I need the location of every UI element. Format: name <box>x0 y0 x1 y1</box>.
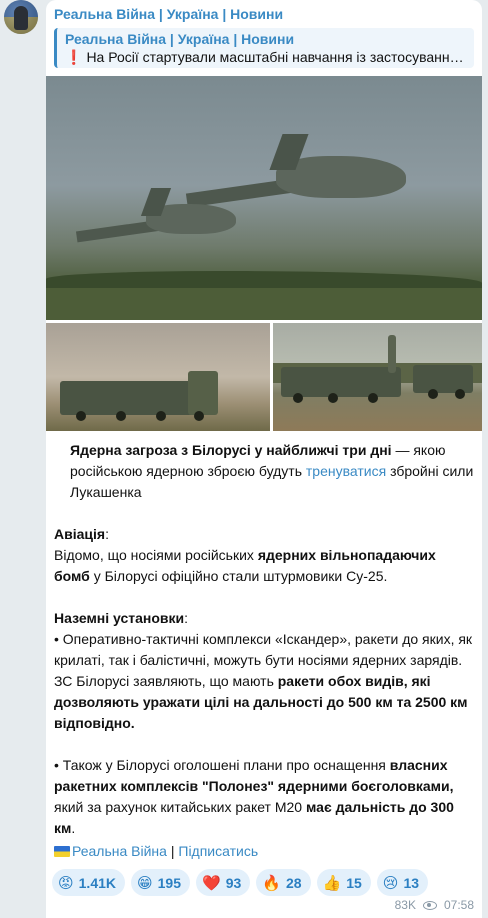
bullet2-text: • Також у Білорусі оголошені плани про о… <box>54 757 390 773</box>
photo-jets[interactable] <box>46 76 482 320</box>
truck-wheel <box>116 411 126 421</box>
reply-title: Реальна Війна | Україна | Новини <box>65 31 295 47</box>
launcher-wheel <box>293 393 303 403</box>
reaction-count: 28 <box>285 874 302 891</box>
truck-wheel <box>194 411 204 421</box>
truck-cab <box>188 371 218 415</box>
reaction-crying[interactable]: 😢 13 <box>376 869 429 896</box>
crying-face-icon: 😢 <box>382 873 399 892</box>
ukraine-flag-icon <box>54 846 70 857</box>
message-time: 07:58 <box>443 898 474 912</box>
photo-iskander-dust[interactable] <box>46 323 270 431</box>
launcher-wheel <box>328 393 338 403</box>
reaction-thumbs-up[interactable]: 👍 15 <box>316 869 371 896</box>
reaction-grin[interactable]: 😁 195 <box>131 869 190 896</box>
aviation-heading-line: Авіація: <box>54 524 474 545</box>
lead-link[interactable]: тренуватися <box>306 463 386 479</box>
aviation-paragraph: Відомо, що носіями російських ядерних ві… <box>54 545 474 587</box>
view-count: 83K <box>394 898 416 912</box>
bullet-iskander: • Оперативно-тактичні комплекси «Ісканде… <box>54 629 474 734</box>
reaction-heart[interactable]: ❤️ 93 <box>196 869 251 896</box>
reply-text: ❗ На Росії стартували масштабні навчання … <box>65 48 466 66</box>
channel-name[interactable]: Реальна Війна | Україна | Новини <box>54 6 283 22</box>
launcher-wheel <box>428 389 438 399</box>
aviation-heading: Авіація <box>54 526 106 542</box>
reaction-count: 1.41K <box>78 874 116 891</box>
ground-colon: : <box>184 610 189 626</box>
post-text: Ядерна загроза з Білорусі у найближчі тр… <box>54 440 474 839</box>
launcher-missile <box>388 335 396 373</box>
reply-quote[interactable]: Реальна Війна | Україна | Новини ❗ На Рос… <box>54 28 474 68</box>
footer-separator: | <box>166 843 179 859</box>
reply-snippet: На Росії стартували масштабні навчання і… <box>86 49 466 65</box>
launcher-2 <box>413 365 473 393</box>
reaction-fire[interactable]: 🔥 28 <box>256 869 311 896</box>
bullet-polonez: • Також у Білорусі оголошені плани про о… <box>54 755 474 839</box>
avatar-figure <box>14 6 28 30</box>
aviation-colon: : <box>105 526 109 542</box>
angry-face-icon: 😡 <box>58 873 74 892</box>
ground-heading: Наземні установки <box>54 610 185 626</box>
thumbs-up-icon: 👍 <box>322 873 342 892</box>
post-lead: Ядерна загроза з Білорусі у найближчі тр… <box>54 440 474 503</box>
heart-icon: ❤️ <box>202 873 221 892</box>
fire-icon: 🔥 <box>262 873 281 892</box>
aviation-text: Відомо, що носіями російських <box>54 547 258 563</box>
eye-icon <box>422 900 437 910</box>
aviation-text-end: у Білорусі офіційно стали штурмовики Су-… <box>89 568 388 584</box>
footer-channel-link[interactable]: Реальна Війна <box>72 843 167 859</box>
launcher-wheel <box>368 393 378 403</box>
launcher-wheel <box>455 389 465 399</box>
ground-heading-line: Наземні установки: <box>54 608 474 629</box>
photo-ground <box>46 288 482 320</box>
channel-avatar[interactable] <box>4 0 38 34</box>
reaction-count: 15 <box>346 874 362 891</box>
reaction-count: 195 <box>157 874 181 891</box>
message-bubble: Реальна Війна | Україна | Новини Реальна… <box>46 0 482 918</box>
truck-wheel <box>76 411 86 421</box>
message-meta: 83K 07:58 <box>395 898 474 912</box>
exclamation-icon: ❗ <box>65 49 83 65</box>
lead-bold: Ядерна загроза з Білорусі у найближчі тр… <box>70 442 392 458</box>
reaction-angry[interactable]: 😡 1.41K <box>52 869 125 896</box>
truck-wheel <box>156 411 166 421</box>
footer-subscribe-link[interactable]: Підписатись <box>178 843 258 859</box>
bullet2-text-mid: який за рахунок китайських ракет М20 <box>54 799 306 815</box>
photo-iskander-launchers[interactable] <box>273 323 482 431</box>
footer-links: Реальна Війна | Підписатись <box>54 841 258 862</box>
reactions-bar: 😡 1.41K 😁 195 ❤️ 93 🔥 28 👍 15 😢 13 <box>52 869 429 896</box>
reaction-count: 13 <box>403 874 420 891</box>
reaction-count: 93 <box>225 874 242 891</box>
bullet2-text-end: . <box>71 820 76 836</box>
grinning-face-icon: 😁 <box>137 873 153 892</box>
